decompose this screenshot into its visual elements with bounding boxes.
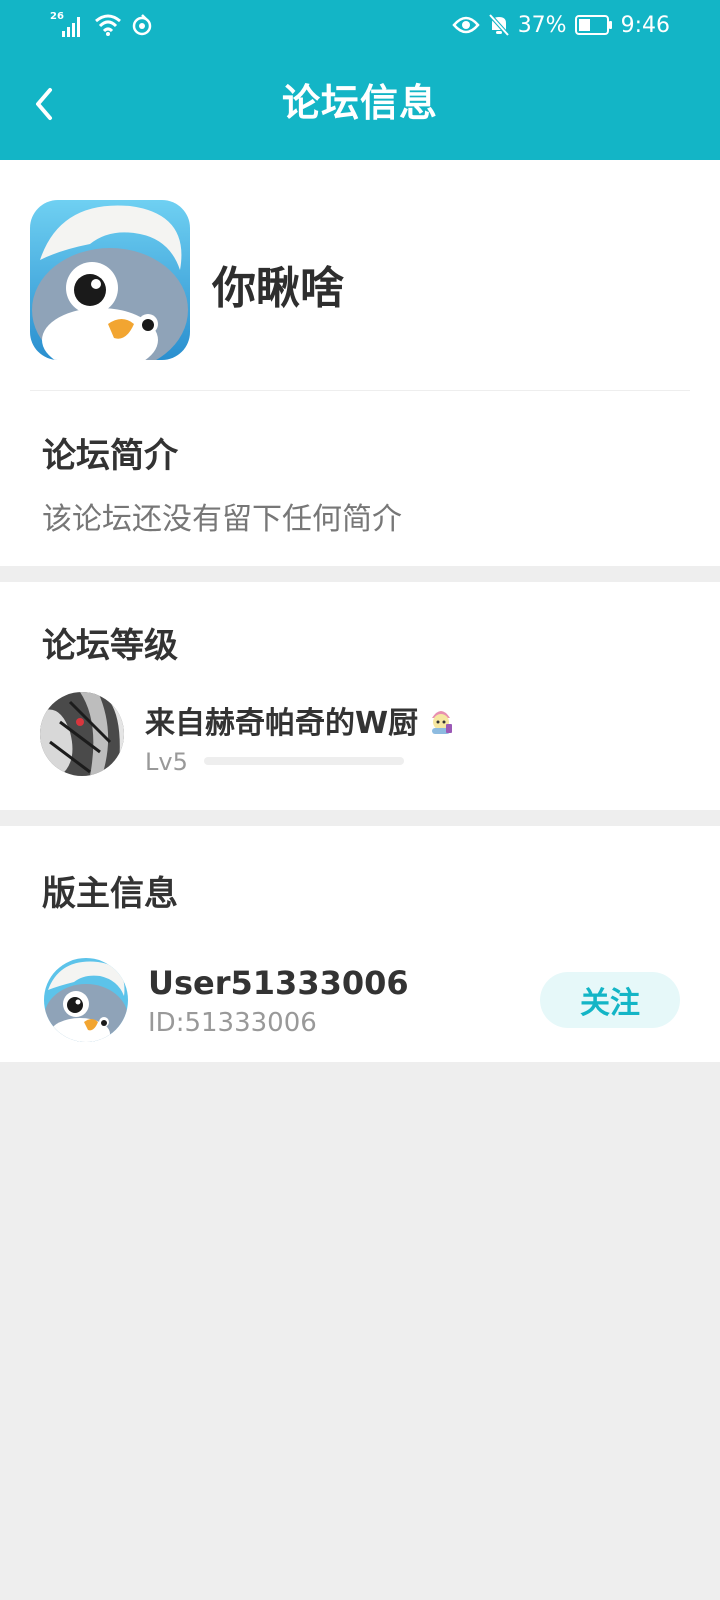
clock: 9:46 — [620, 12, 670, 38]
battery-icon — [574, 15, 612, 35]
wifi-icon — [95, 14, 121, 36]
header: 26 37% 9:46 论坛信息 — [0, 0, 720, 160]
moderator-card: 版主信息 User51333006 ID:51333006 关注 — [0, 826, 720, 1062]
network-label: 26 — [50, 11, 64, 22]
hotspot-icon — [132, 14, 152, 36]
forum-avatar — [30, 200, 190, 360]
signal-icon: 26 — [50, 11, 86, 39]
forum-card: 你瞅啥 论坛简介 该论坛还没有留下任何简介 — [0, 160, 720, 566]
intro-title: 论坛简介 — [42, 436, 178, 476]
level-user[interactable]: 来自赫奇帕奇的W厨 — [145, 698, 456, 742]
wizard-badge-icon — [432, 711, 453, 734]
status-bar: 26 37% 9:46 — [0, 0, 720, 50]
moderator-title: 版主信息 — [42, 874, 178, 914]
moderator-name[interactable]: User51333006 — [148, 964, 409, 1002]
intro-text: 该论坛还没有留下任何简介 — [42, 502, 402, 537]
level-card: 论坛等级 来自赫奇帕奇的W厨 Lv5 — [0, 582, 720, 810]
level-label: Lv5 — [145, 748, 188, 776]
status-left: 26 — [50, 10, 154, 40]
moderator-id: ID:51333006 — [148, 1008, 317, 1038]
divider — [30, 390, 690, 391]
bell-off-icon — [488, 13, 510, 37]
page-title: 论坛信息 — [281, 81, 438, 125]
follow-button[interactable]: 关注 — [540, 972, 680, 1028]
moderator-avatar[interactable] — [44, 958, 128, 1042]
level-user-name: 来自赫奇帕奇的W厨 — [145, 706, 419, 741]
forum-info-screen: 26 37% 9:46 论坛信息 你瞅啥 论坛简介 该论坛还没有留下任何简介 论… — [0, 0, 720, 1600]
forum-name: 你瞅啥 — [212, 263, 344, 314]
battery-percent: 37% — [517, 12, 567, 38]
eye-icon — [452, 16, 480, 34]
level-user-avatar[interactable] — [40, 692, 124, 776]
level-title: 论坛等级 — [42, 626, 178, 666]
level-progress-bar — [204, 757, 404, 765]
status-right: 37% 9:46 — [452, 10, 670, 40]
